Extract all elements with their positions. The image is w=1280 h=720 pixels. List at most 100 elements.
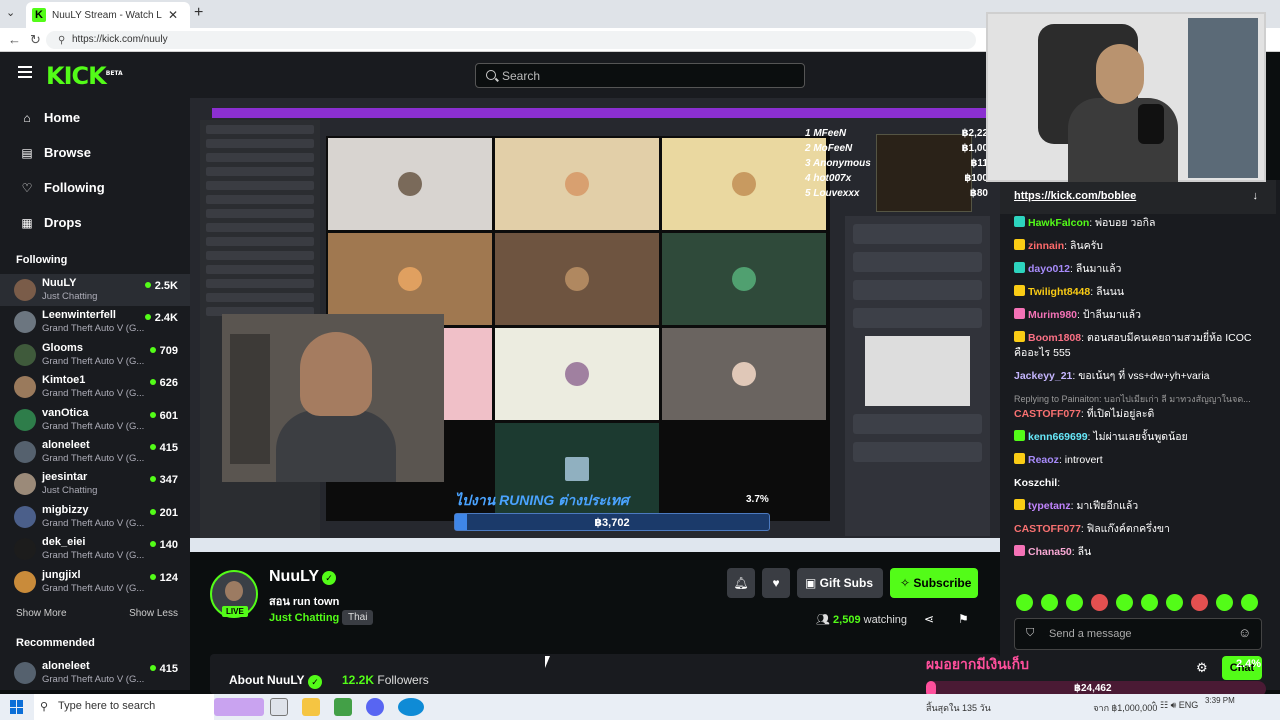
back-icon[interactable]: ←	[8, 32, 21, 47]
channel-category: Grand Theft Auto V (G...	[42, 517, 145, 529]
tab-list-chevron-icon[interactable]: ⌄	[6, 6, 15, 19]
chat-username[interactable]: Twilight8448	[1028, 286, 1090, 298]
emote-icon[interactable]	[1016, 594, 1033, 611]
show-more-button[interactable]: Show More	[16, 608, 67, 619]
emote-icon[interactable]	[1066, 594, 1083, 611]
share-icon[interactable]: ⋖	[924, 612, 934, 626]
reply-reference[interactable]: Replying to Painaiton: บอกไปเมียเก่า ลี …	[1014, 392, 1266, 406]
emote-icon[interactable]	[1116, 594, 1133, 611]
edge-icon[interactable]	[398, 698, 424, 716]
site-info-icon[interactable]: ⚲	[58, 35, 65, 46]
chat-message: CASTOFF077: ที่เปิดไม่อยู่ละดิ	[1014, 408, 1155, 420]
nav-following[interactable]: ♡ Following	[0, 170, 190, 205]
file-explorer-icon[interactable]	[302, 698, 320, 716]
sidebar-channel-nuuly[interactable]: NuuLY Just Chatting 2.5K	[0, 274, 190, 307]
channel-category: Grand Theft Auto V (G...	[42, 388, 145, 400]
pinned-link[interactable]: https://kick.com/boblee	[1014, 190, 1136, 202]
menu-icon[interactable]	[18, 66, 32, 80]
channel-category: Grand Theft Auto V (G...	[42, 323, 145, 335]
app-icon[interactable]	[334, 698, 352, 716]
star-icon: ✧	[900, 576, 914, 590]
chat-message-input[interactable]: Send a message	[1014, 618, 1262, 650]
nav-following-label: Following	[44, 180, 105, 195]
emote-icon[interactable]	[1166, 594, 1183, 611]
chat-username[interactable]: kenn669699	[1028, 431, 1088, 443]
reload-icon[interactable]: ↻	[30, 32, 41, 48]
chat-username[interactable]: Reaoz	[1028, 454, 1059, 466]
sidebar-channel-kimtoe1[interactable]: Kimtoe1 Grand Theft Auto V (G... 626	[0, 371, 190, 403]
chat-message: dayo012: ลีนมาแล้ว	[1014, 262, 1266, 277]
follow-heart-button[interactable]: ♥	[762, 568, 790, 598]
taskbar-search[interactable]: ⚲ Type here to search	[34, 694, 214, 720]
bell-icon: 🔔︎	[733, 576, 749, 590]
chat-badge-icon	[1014, 285, 1025, 296]
notification-bell-button[interactable]: 🔔︎	[727, 568, 755, 598]
chat-messages: HawkFalcon: พ่อบอย วอกิล zinnain: ลินครับ…	[1014, 216, 1266, 568]
gift-subs-button[interactable]: ▣ Gift Subs	[797, 568, 883, 598]
shield-icon[interactable]: ⛉	[1026, 627, 1034, 640]
show-less-button[interactable]: Show Less	[129, 608, 178, 619]
sidebar-channel-aloneleet[interactable]: aloneleet Grand Theft Auto V (G... 415	[0, 657, 190, 689]
search-input[interactable]: Search	[475, 63, 805, 88]
emote-icon[interactable]	[1216, 594, 1233, 611]
nav-home[interactable]: ⌂ Home	[0, 100, 190, 135]
chat-text: ที่เปิดไม่อยู่ละดิ	[1086, 408, 1155, 420]
chat-username[interactable]: Boom1808	[1028, 332, 1081, 344]
chat-username[interactable]: zinnain	[1028, 240, 1064, 252]
sidebar-channel-aloneleet[interactable]: aloneleet Grand Theft Auto V (G... 415	[0, 436, 190, 468]
new-tab-icon[interactable]: +	[194, 4, 203, 22]
emoji-icon[interactable]: ☺	[1238, 625, 1251, 640]
sidebar-channel-glooms[interactable]: Glooms Grand Theft Auto V (G... 709	[0, 339, 190, 371]
category-link[interactable]: Just Chatting	[269, 612, 339, 624]
donor-name: Anonymous	[812, 158, 871, 169]
sidebar-channel-jungjixl[interactable]: jungjixl Grand Theft Auto V (G... 124	[0, 566, 190, 598]
windows-start-icon[interactable]	[10, 700, 24, 714]
channel-category: Just Chatting	[42, 291, 98, 302]
viewer-count: 124	[150, 572, 178, 584]
tab-close-icon[interactable]: ✕	[168, 8, 178, 22]
sidebar-channel-jeesintar[interactable]: jeesintar Just Chatting 347	[0, 468, 190, 500]
emote-icon[interactable]	[1241, 594, 1258, 611]
chat-username[interactable]: CASTOFF077	[1014, 523, 1081, 535]
task-view-icon[interactable]	[270, 698, 288, 716]
chat-username[interactable]: CASTOFF077	[1014, 408, 1081, 420]
kick-logo[interactable]: KICKBETA	[46, 62, 123, 90]
emote-icon[interactable]	[1041, 594, 1058, 611]
video-player[interactable]: 1 MFeeN 2 MoFeeN 3 Anonymous 4 hot007x 5…	[190, 98, 1000, 552]
nav-browse[interactable]: ▤ Browse	[0, 135, 190, 170]
browser-tab[interactable]: K NuuLY Stream - Watch Live o ✕	[26, 2, 190, 28]
chat-username[interactable]: typetanz	[1028, 500, 1071, 512]
following-list: NuuLY Just Chatting 2.5K Leenwinterfell Gran…	[0, 274, 190, 598]
system-tray[interactable]: ⌃ ☷ 🔊︎ ENG	[1150, 700, 1198, 711]
chat-badge-icon	[1014, 453, 1025, 464]
subscribe-button[interactable]: ✧ Subscribe	[890, 568, 978, 598]
watching-count: 2,509	[833, 614, 861, 626]
chat-username[interactable]: Murim980	[1028, 309, 1077, 321]
chat-text: ขอเน้นๆ ที่ vss+dw+yh+varia	[1078, 370, 1210, 382]
sidebar-channel-migbizzy[interactable]: migbizzy Grand Theft Auto V (G... 201	[0, 501, 190, 533]
sidebar-channel-vanotica[interactable]: vanOtica Grand Theft Auto V (G... 601	[0, 404, 190, 436]
chat-username[interactable]: Chana50	[1028, 546, 1072, 558]
nav-drops[interactable]: ▦ Drops	[0, 205, 190, 240]
sidebar-channel-dek_eiei[interactable]: dek_eiei Grand Theft Auto V (G... 140	[0, 533, 190, 565]
chat-username[interactable]: dayo012	[1028, 263, 1070, 275]
channel-name[interactable]: NuuLY	[269, 568, 319, 586]
heart-icon: ♡	[21, 180, 33, 195]
gear-icon[interactable]: ⚙	[1196, 660, 1208, 676]
channel-category: Just Chatting	[42, 485, 98, 497]
emote-icon[interactable]	[1191, 594, 1208, 611]
stream-goal-bar: ฿3,702	[454, 513, 770, 531]
widget-icon[interactable]	[214, 698, 264, 716]
url-field[interactable]: https://kick.com/nuuly	[46, 31, 976, 49]
emote-icon[interactable]	[1141, 594, 1158, 611]
sidebar-channel-leenwinterfell[interactable]: Leenwinterfell Grand Theft Auto V (G... 2.…	[0, 306, 190, 338]
chat-username[interactable]: Jackeyy_21	[1014, 370, 1072, 382]
chat-username[interactable]: HawkFalcon	[1028, 217, 1089, 229]
chat-username[interactable]: Koszchil	[1014, 477, 1057, 489]
language-tag[interactable]: Thai	[342, 610, 374, 625]
emote-icon[interactable]	[1091, 594, 1108, 611]
clip-icon[interactable]: ⚑	[958, 612, 969, 626]
arrow-down-icon[interactable]: ↓	[1253, 190, 1259, 202]
clock[interactable]: 3:39 PM	[1205, 696, 1235, 705]
discord-icon[interactable]	[366, 698, 384, 716]
